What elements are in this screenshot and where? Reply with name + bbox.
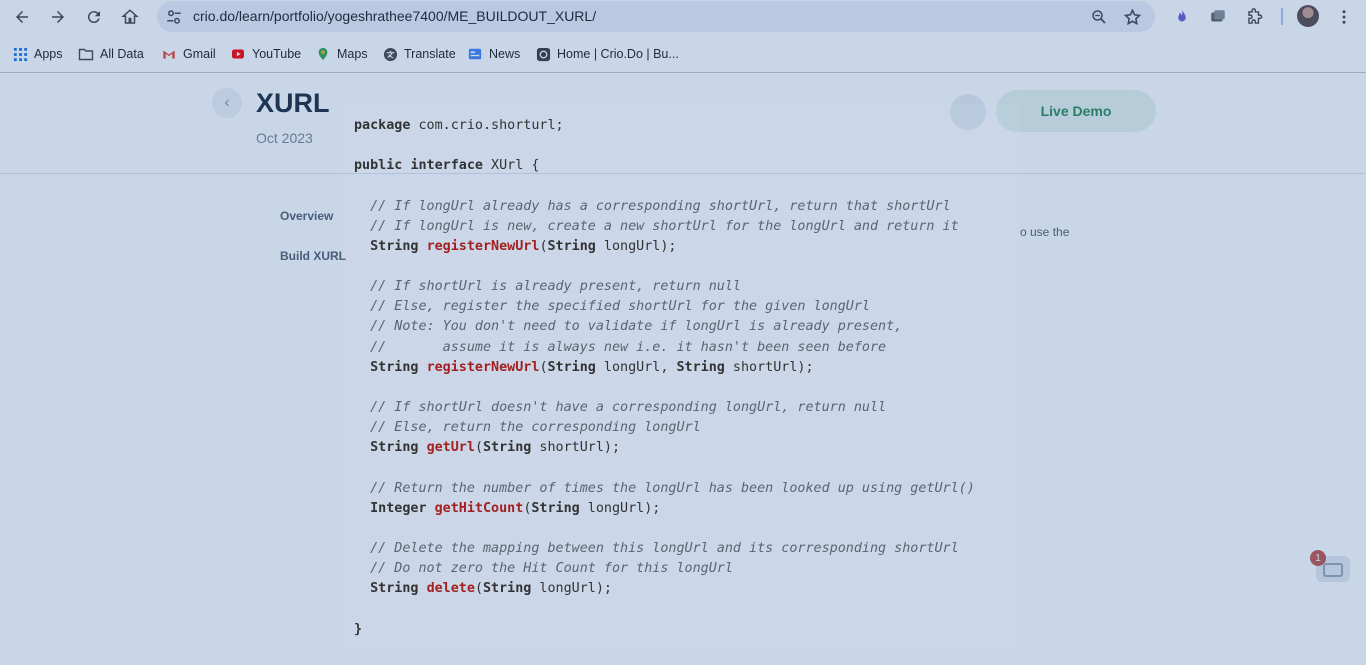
code-token: String — [676, 359, 725, 375]
java-interface-code: package com.crio.shorturl; public interf… — [354, 116, 975, 640]
code-token: interface — [410, 158, 483, 174]
code-token: XUrl { — [483, 158, 540, 174]
code-token: String — [370, 440, 419, 456]
code-line: // If longUrl already has a correspondin… — [354, 197, 975, 217]
code-token: getHitCount — [434, 500, 524, 516]
code-token: String — [483, 581, 532, 597]
code-line: // Else, return the corresponding longUr… — [354, 418, 975, 438]
code-line: // Do not zero the Hit Count for this lo… — [354, 559, 975, 579]
code-token: package — [354, 118, 411, 133]
code-token: shortUrl); — [531, 440, 621, 456]
code-token: // If longUrl is new, create a new short… — [354, 218, 959, 234]
code-token: // Note: You don't need to validate if l… — [354, 319, 903, 335]
code-token: // Do not zero the Hit Count for this lo… — [354, 561, 733, 577]
code-token: Integer — [370, 500, 427, 516]
code-token: String — [370, 238, 419, 254]
code-token: public — [354, 158, 403, 174]
code-line: String registerNewUrl(String longUrl); — [354, 237, 975, 257]
code-line: // If shortUrl is already present, retur… — [354, 277, 975, 297]
code-token: longUrl); — [579, 500, 661, 516]
code-token: // assume it is always new i.e. it hasn'… — [354, 339, 887, 355]
code-line: public interface XUrl { — [354, 156, 975, 176]
code-line: // Else, register the specified shortUrl… — [354, 297, 975, 317]
code-line: String registerNewUrl(String longUrl, St… — [354, 358, 975, 378]
code-line: // Note: You don't need to validate if l… — [354, 317, 975, 337]
code-token: String — [531, 500, 580, 516]
code-token: // If shortUrl doesn't have a correspond… — [354, 399, 887, 415]
code-token: } — [354, 621, 363, 637]
code-line: // If longUrl is new, create a new short… — [354, 217, 975, 237]
code-token: registerNewUrl — [426, 359, 540, 375]
code-line: // If shortUrl doesn't have a correspond… — [354, 398, 975, 418]
code-token: String — [370, 359, 419, 375]
modal-footer-divider — [588, 648, 676, 651]
code-token: longUrl); — [595, 238, 677, 254]
code-token: ( — [474, 440, 483, 456]
code-line: String delete(String longUrl); — [354, 579, 975, 599]
code-line: // assume it is always new i.e. it hasn'… — [354, 338, 975, 358]
code-line: } — [354, 620, 975, 640]
code-token: ( — [539, 359, 548, 375]
code-token: longUrl, — [595, 359, 677, 375]
code-token: com.crio.shorturl; — [410, 118, 564, 133]
code-token: String — [547, 359, 596, 375]
code-token: String — [547, 238, 596, 254]
code-token: // Return the number of times the longUr… — [354, 480, 975, 496]
code-line: // Delete the mapping between this longU… — [354, 539, 975, 559]
code-token: ( — [474, 581, 483, 597]
code-token: String — [483, 440, 532, 456]
code-line: Integer getHitCount(String longUrl); — [354, 499, 975, 519]
code-line: package com.crio.shorturl; — [354, 116, 975, 136]
code-token: longUrl); — [531, 581, 612, 597]
code-token: // If shortUrl is already present, retur… — [354, 279, 741, 295]
code-token: // Else, register the specified shortUrl… — [354, 299, 870, 315]
code-token: shortUrl); — [724, 359, 814, 375]
code-token: // Else, return the corresponding longUr… — [354, 420, 701, 436]
code-line: String getUrl(String shortUrl); — [354, 438, 975, 458]
code-snippet-modal: package com.crio.shorturl; public interf… — [341, 104, 1021, 650]
code-line: // Return the number of times the longUr… — [354, 479, 975, 499]
code-token: registerNewUrl — [426, 238, 540, 254]
code-token: ( — [539, 238, 548, 254]
code-token: delete — [426, 581, 475, 597]
code-token: getUrl — [426, 440, 475, 456]
code-token: String — [370, 581, 419, 597]
code-token: // Delete the mapping between this longU… — [354, 540, 959, 556]
code-token: // If longUrl already has a correspondin… — [354, 198, 951, 214]
